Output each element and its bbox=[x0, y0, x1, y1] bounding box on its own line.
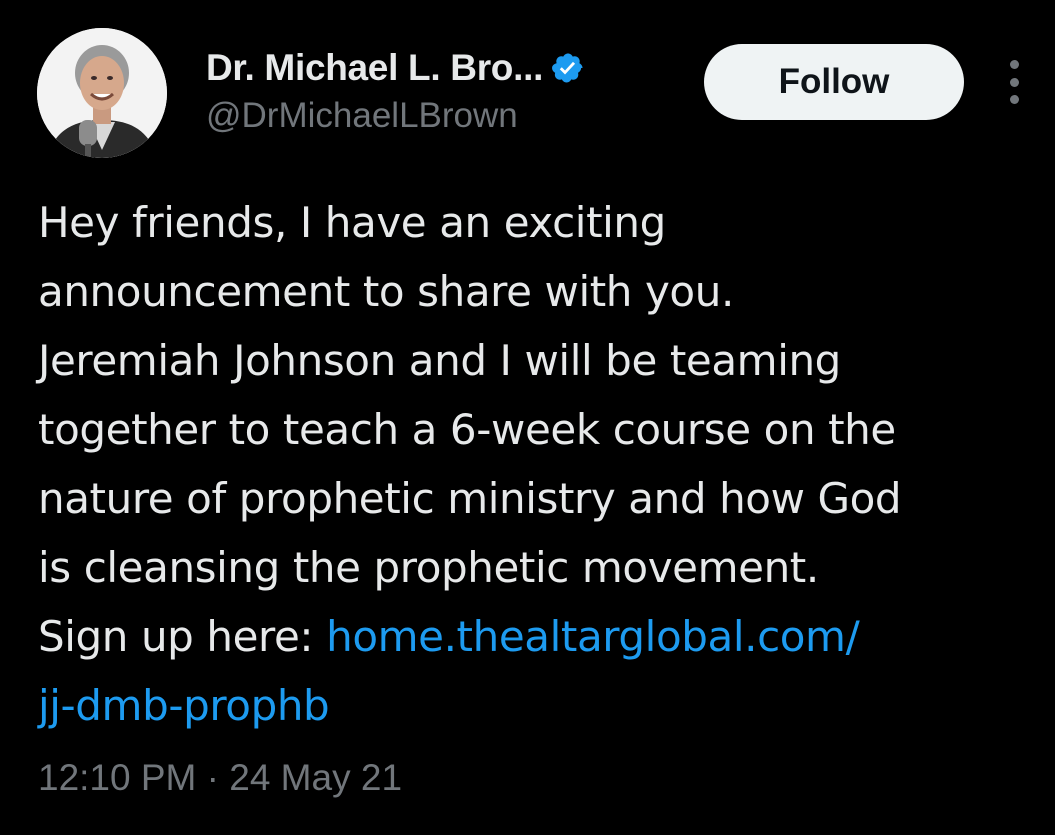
tweet-link-continuation: jj-dmb-prophb bbox=[38, 671, 1043, 740]
verified-badge-icon[interactable] bbox=[551, 51, 585, 85]
more-dot bbox=[1009, 95, 1019, 104]
author-display-name[interactable]: Dr. Michael L. Bro... bbox=[206, 47, 543, 89]
more-dot bbox=[1009, 77, 1019, 87]
tweet-text-line: Hey friends, I have an exciting bbox=[38, 198, 666, 247]
follow-button[interactable]: Follow bbox=[704, 44, 964, 120]
tweet-signup-line: Sign up here: home.thealtarglobal.com/ bbox=[38, 602, 1043, 671]
signup-prefix: Sign up here: bbox=[38, 612, 327, 661]
tweet-text: Hey friends, I have an exciting announce… bbox=[38, 188, 1043, 740]
signup-link[interactable]: home.thealtarglobal.com/ bbox=[326, 612, 860, 661]
signup-link-continued[interactable]: jj-dmb-prophb bbox=[38, 681, 330, 730]
more-vertical-icon[interactable] bbox=[1003, 60, 1025, 104]
avatar-image bbox=[37, 28, 167, 158]
tweet-timestamp[interactable]: 12:10 PM · 24 May 21 bbox=[38, 757, 402, 799]
avatar[interactable] bbox=[37, 28, 167, 158]
tweet-text-line: Jeremiah Johnson and I will be teaming bbox=[38, 336, 841, 385]
tweet-text-line: announcement to share with you. bbox=[38, 267, 734, 316]
tweet-text-line: nature of prophetic ministry and how God bbox=[38, 474, 902, 523]
tweet-text-line: together to teach a 6-week course on the bbox=[38, 405, 896, 454]
author-name-row[interactable]: Dr. Michael L. Bro... bbox=[206, 43, 585, 93]
tweet-card: Dr. Michael L. Bro... @DrMichaelLBrown F… bbox=[0, 0, 1055, 835]
author-handle[interactable]: @DrMichaelLBrown bbox=[206, 96, 518, 136]
tweet-text-line: is cleansing the prophetic movement. bbox=[38, 543, 819, 592]
more-dot bbox=[1009, 60, 1019, 69]
